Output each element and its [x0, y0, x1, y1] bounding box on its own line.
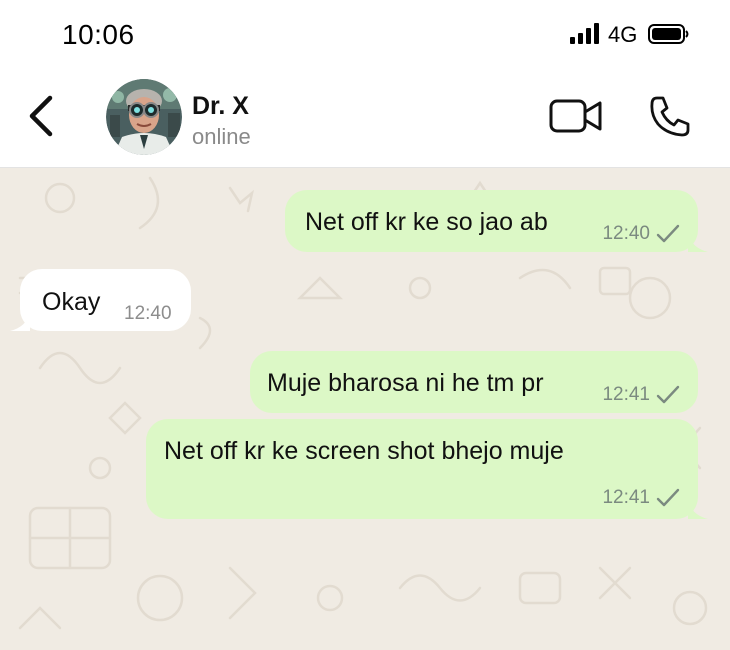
- message-meta: 12:41: [602, 487, 680, 510]
- message-meta: 12:40: [124, 303, 172, 326]
- message-time: 12:41: [602, 384, 650, 405]
- message-meta: 12:41: [602, 384, 680, 407]
- video-camera-icon[interactable]: [548, 96, 604, 136]
- chat-area[interactable]: Net off kr ke so jao ab 12:40 Okay 12:40…: [0, 168, 730, 650]
- battery-icon: [648, 24, 689, 44]
- contact-name[interactable]: Dr. X: [192, 92, 249, 121]
- back-chevron-icon[interactable]: [22, 94, 62, 138]
- message-time: 12:41: [602, 487, 650, 508]
- message-text: Okay: [42, 288, 101, 316]
- message-bubble-outgoing[interactable]: Net off kr ke screen shot bhejo muje 12:…: [146, 419, 708, 519]
- status-bar: 10:06 4G: [0, 0, 730, 70]
- message-bubble-outgoing[interactable]: Muje bharosa ni he tm pr 12:41: [250, 351, 698, 413]
- checkmark-icon: [656, 225, 680, 243]
- signal-icon: [570, 23, 599, 44]
- message-meta: 12:40: [602, 223, 680, 246]
- bubble-tail: [10, 313, 30, 331]
- message-bubble-incoming[interactable]: Okay 12:40: [10, 269, 191, 331]
- bubble-tail: [688, 501, 708, 519]
- network-type: 4G: [608, 22, 638, 47]
- chat-header: Dr. X online: [0, 70, 730, 168]
- message-text: Muje bharosa ni he tm pr: [267, 369, 544, 397]
- message-time: 12:40: [124, 303, 172, 324]
- message-bubble-outgoing[interactable]: Net off kr ke so jao ab 12:40: [285, 190, 708, 252]
- checkmark-icon: [656, 386, 680, 404]
- message-time: 12:40: [602, 223, 650, 244]
- contact-status: online: [192, 124, 251, 149]
- message-text: Net off kr ke so jao ab: [305, 208, 548, 236]
- phone-icon[interactable]: [648, 94, 692, 138]
- avatar[interactable]: [106, 79, 182, 155]
- bubble-tail: [688, 234, 708, 252]
- checkmark-icon: [656, 489, 680, 507]
- status-time: 10:06: [62, 19, 135, 50]
- message-text: Net off kr ke screen shot bhejo muje: [164, 437, 564, 465]
